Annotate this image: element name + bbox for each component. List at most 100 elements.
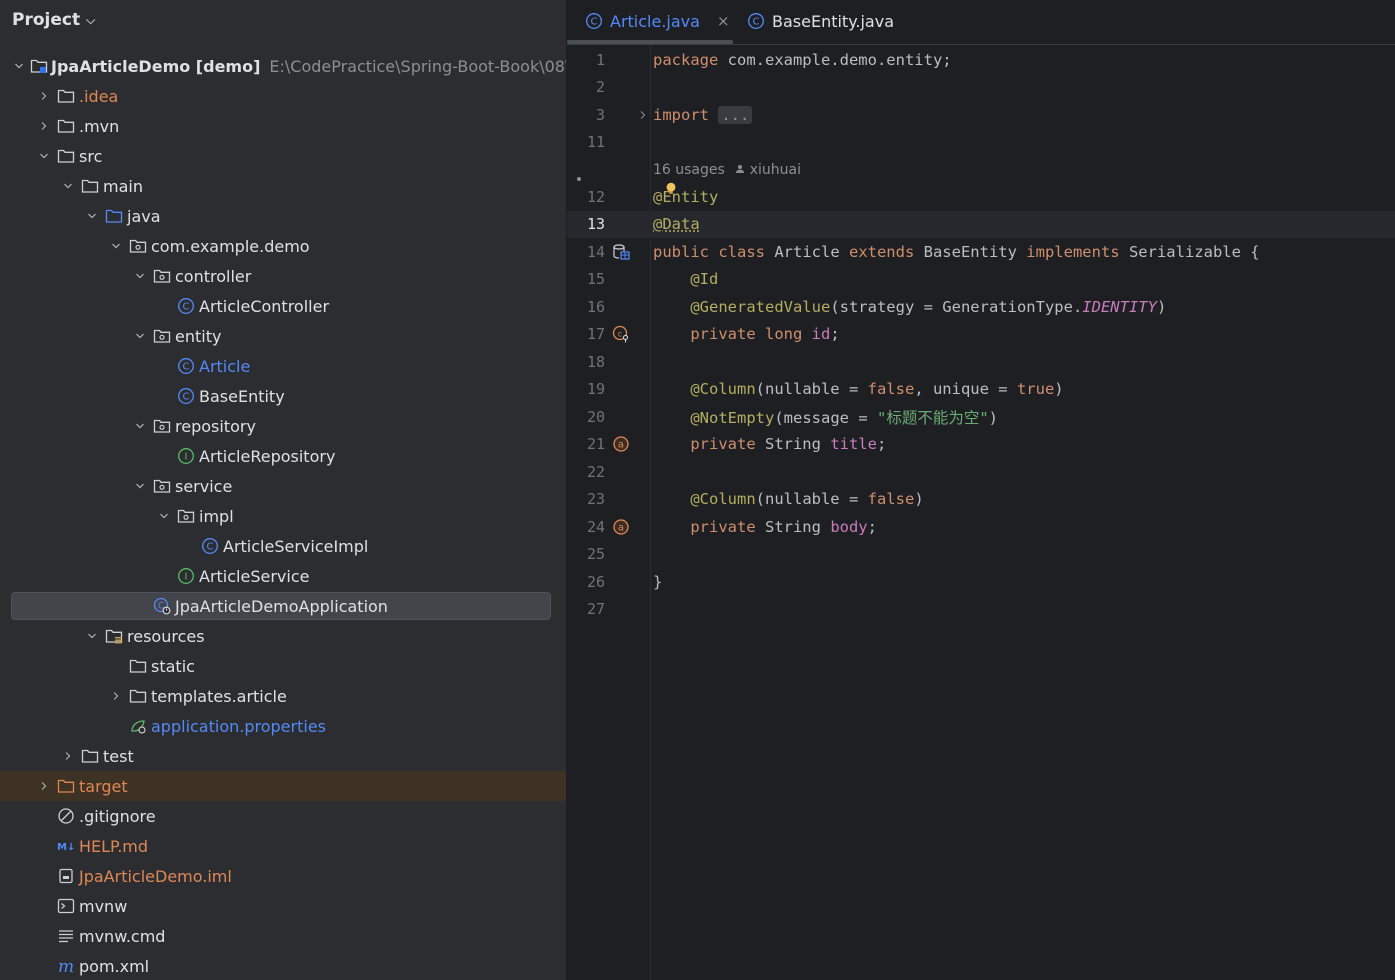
markdown-icon: M↓ (56, 836, 76, 856)
tree-item[interactable]: service (0, 471, 566, 501)
chevron-right-icon[interactable] (60, 748, 76, 764)
code-token: (nullable = (755, 490, 868, 509)
tree-item-label: entity (175, 326, 222, 346)
close-tab-icon[interactable]: × (717, 12, 730, 30)
package-icon (152, 476, 172, 496)
code-line: 15 @Id (567, 266, 1395, 294)
tab-label: Article.java (610, 11, 700, 31)
tab-article-java[interactable]: C Article.java × (585, 0, 730, 42)
tree-item-label: HELP.md (79, 836, 149, 856)
chevron-right-icon[interactable] (36, 778, 52, 794)
svg-text:I: I (185, 572, 188, 583)
tree-item[interactable]: repository (0, 411, 566, 441)
code-token: private long (690, 325, 812, 344)
code-token: } (653, 572, 663, 591)
code-token: "标题不能为空" (876, 408, 989, 427)
code-token: implements (1026, 242, 1129, 261)
tree-item-label: test (103, 746, 134, 766)
code-editor[interactable]: 1 package com.example.demo.entity; 2 3 impor… (567, 46, 1395, 623)
chevron-down-icon[interactable] (36, 148, 52, 164)
usages-author-hint: 16 usages xiuhuai (653, 160, 801, 179)
tree-item[interactable]: JpaArticleDemo [demo] E:\CodePractice\Spr… (0, 51, 566, 81)
class-icon: C (200, 536, 220, 556)
column-annotation-icon[interactable]: a (611, 517, 631, 537)
tree-item[interactable]: .mvn (0, 111, 566, 141)
code-token: @NotEmpty (690, 408, 775, 427)
tree-item[interactable]: templates.article (0, 681, 566, 711)
chevron-right-icon[interactable] (36, 118, 52, 134)
code-token: ) (914, 490, 924, 509)
tree-item[interactable]: C ArticleController (0, 291, 566, 321)
svg-text:C: C (183, 392, 190, 403)
chevron-down-icon[interactable] (84, 208, 100, 224)
chevron-down-icon[interactable] (156, 508, 172, 524)
code-text: private String title; (653, 435, 886, 453)
primary-key-column-icon[interactable]: c (611, 324, 631, 344)
code-text: public class Article extends BaseEntity … (653, 243, 1260, 261)
tab-baseentity-java[interactable]: C BaseEntity.java (747, 0, 894, 42)
tree-item[interactable]: mvnw (0, 891, 566, 921)
tree-item[interactable]: main (0, 171, 566, 201)
tree-item[interactable]: .gitignore (0, 801, 566, 831)
tree-item[interactable]: application.properties (0, 711, 566, 741)
tree-item[interactable]: C ArticleServiceImpl (0, 531, 566, 561)
tree-item[interactable]: entity (0, 321, 566, 351)
code-line: 12 @Entity (567, 177, 1395, 211)
line-number: 18 (586, 352, 605, 371)
tree-item[interactable]: test (0, 741, 566, 771)
chevron-down-icon[interactable] (132, 418, 148, 434)
tree-item[interactable]: I ArticleRepository (0, 441, 566, 471)
chevron-down-icon[interactable] (108, 238, 124, 254)
tree-item[interactable]: com.example.demo (0, 231, 566, 261)
chevron-down-icon[interactable] (132, 268, 148, 284)
tree-item[interactable]: java (0, 201, 566, 231)
tree-item[interactable]: resources (0, 621, 566, 651)
tree-item[interactable]: M↓ HELP.md (0, 831, 566, 861)
tree-item[interactable]: C Article (0, 351, 566, 381)
chevron-down-icon[interactable] (132, 478, 148, 494)
code-token: com.example.demo.entity; (727, 50, 952, 69)
chevron-down-icon[interactable] (84, 628, 100, 644)
code-token: private (690, 435, 765, 454)
tree-item[interactable]: target (0, 771, 566, 801)
svg-text:a: a (618, 440, 624, 451)
code-vision-hint[interactable]: 16 usages xiuhuai (567, 156, 1395, 183)
code-text: } (653, 573, 662, 591)
line-number: 2 (595, 78, 605, 97)
line-number: 22 (586, 462, 605, 481)
tree-item[interactable]: .idea (0, 81, 566, 111)
project-view-selector[interactable]: Project ⌵ (12, 8, 95, 32)
line-number: 1 (595, 50, 605, 69)
chevron-right-icon[interactable] (36, 88, 52, 104)
lightbulb-icon[interactable] (663, 181, 679, 201)
line-number: 19 (586, 380, 605, 399)
tree-item[interactable]: controller (0, 261, 566, 291)
chevron-down-icon[interactable] (12, 58, 26, 74)
tree-item[interactable]: impl (0, 501, 566, 531)
column-annotation-icon[interactable]: a (611, 434, 631, 454)
tree-item[interactable]: JpaArticleDemo.iml (0, 861, 566, 891)
iml-file-icon (56, 866, 76, 886)
project-panel: Project ⌵ JpaArticleDemo [demo] E:\CodePr… (0, 0, 566, 980)
tree-item-label: mvnw (79, 896, 128, 916)
fold-arrow-icon[interactable] (633, 105, 653, 125)
tree-item[interactable]: I ArticleService (0, 561, 566, 591)
chevron-down-icon[interactable] (132, 328, 148, 344)
tree-item[interactable]: C JpaArticleDemoApplication (0, 591, 566, 621)
database-table-icon[interactable] (611, 242, 631, 262)
svg-text:M↓: M↓ (57, 842, 75, 853)
chevron-down-icon[interactable] (60, 178, 76, 194)
code-token: import (653, 105, 719, 124)
tree-item[interactable]: m pom.xml (0, 951, 566, 980)
tree-item[interactable]: static (0, 651, 566, 681)
code-line: 20 @NotEmpty(message = "标题不能为空") (567, 403, 1395, 431)
tree-item[interactable]: src (0, 141, 566, 171)
excluded-folder-icon (56, 776, 76, 796)
tree-item[interactable]: mvnw.cmd (0, 921, 566, 951)
author-name: xiuhuai (749, 162, 801, 178)
resources-folder-icon (104, 626, 124, 646)
chevron-right-icon[interactable] (108, 688, 124, 704)
tree-item[interactable]: C BaseEntity (0, 381, 566, 411)
